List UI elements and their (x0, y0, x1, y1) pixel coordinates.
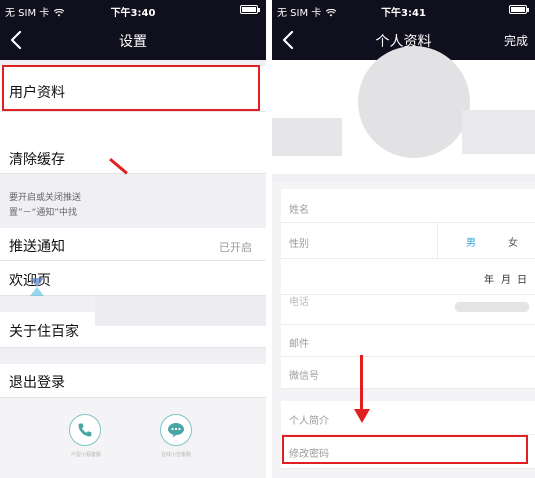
gender-field[interactable]: 性别 男 女 (281, 223, 535, 259)
battery-tip (258, 8, 260, 12)
nav-bar: 设置 (0, 20, 266, 60)
intro-label: 个人简介 (289, 416, 329, 427)
wechat-field[interactable]: 微信号 (281, 357, 535, 389)
intro-field[interactable]: 个人简介 (281, 401, 535, 435)
phone-service-button[interactable] (69, 414, 101, 446)
blurred-area (462, 110, 535, 154)
phone-label: 电话 (289, 297, 309, 308)
highlight-box-user-profile (2, 65, 260, 111)
red-arrow-head-icon (354, 409, 370, 423)
battery-tip (527, 8, 529, 12)
push-notification-value: 已开启 (219, 241, 252, 254)
status-time: 下午3:41 (381, 8, 426, 19)
email-label: 邮件 (289, 339, 309, 350)
push-notification-label: 推送通知 (9, 239, 65, 255)
wechat-label: 微信号 (289, 371, 319, 382)
battery-icon (509, 5, 527, 14)
status-bar: 无 SIM 卡 下午3:40 (0, 0, 266, 20)
red-arrow-shaft (360, 355, 363, 413)
email-field[interactable]: 邮件 (281, 325, 535, 357)
name-field[interactable]: 姓名 (281, 189, 535, 223)
birthday-year: 年 (484, 275, 494, 286)
birthday-month: 月 (501, 275, 511, 286)
blurred-phone-value (455, 302, 529, 312)
bottom-contact-area: 户型小程客服 在线小住客服 (0, 398, 266, 478)
logout-label: 退出登录 (9, 375, 65, 391)
blurred-area (95, 296, 266, 326)
avatar[interactable] (358, 46, 470, 158)
settings-screen: 无 SIM 卡 下午3:40 设置 用户资料 清除缓存 要开启或关闭推送 置”－… (0, 0, 266, 478)
watermark-logo (30, 278, 44, 296)
done-button[interactable]: 完成 (504, 32, 528, 49)
blank-row (0, 112, 266, 142)
profile-screen: 无 SIM 卡 下午3:41 个人资料 完成 姓名 性别 男 女 年 月 日 电… (272, 0, 535, 478)
blurred-area (272, 118, 342, 156)
phone-icon (78, 423, 92, 437)
name-label: 姓名 (289, 205, 309, 216)
chat-service-button[interactable] (160, 414, 192, 446)
clear-cache-label: 清除缓存 (9, 152, 65, 168)
profile-header (272, 46, 535, 174)
birthday-field[interactable]: 年 月 日 (281, 259, 535, 295)
push-hint-text: 要开启或关闭推送 置”－“通知”中找 (9, 193, 82, 218)
page-title: 设置 (119, 34, 147, 50)
clear-cache-row[interactable]: 清除缓存 (0, 142, 266, 174)
gender-male-option[interactable]: 男 (466, 234, 476, 249)
phone-field[interactable]: 电话 (281, 295, 535, 325)
profile-form: 姓名 性别 男 女 年 月 日 电话 邮件 微信号 个人简介 修改密码 (272, 182, 535, 478)
phone-service-label: 户型小程客服 (70, 452, 101, 458)
battery-icon (240, 5, 258, 14)
chat-bubble-icon (168, 423, 184, 438)
gender-female-option[interactable]: 女 (508, 234, 518, 249)
status-bar: 无 SIM 卡 下午3:41 (272, 0, 535, 20)
highlight-box-change-password (282, 435, 528, 464)
chat-service-label: 在线小住客服 (160, 452, 191, 458)
status-time: 下午3:40 (110, 8, 156, 19)
push-notification-row[interactable]: 推送通知 已开启 (0, 228, 266, 261)
gender-label: 性别 (289, 239, 309, 250)
about-label: 关于住百家 (9, 324, 79, 340)
logout-row[interactable]: 退出登录 (0, 364, 266, 398)
birthday-day: 日 (517, 275, 527, 286)
